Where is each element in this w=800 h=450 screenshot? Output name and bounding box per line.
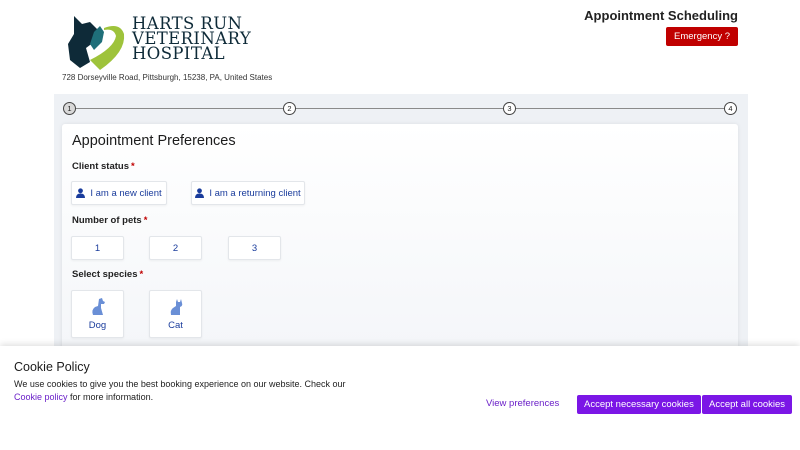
view-preferences-link[interactable]: View preferences xyxy=(486,398,559,409)
dog-label: Dog xyxy=(88,319,107,331)
cat-icon xyxy=(170,298,182,315)
returning-client-label: I am a returning client xyxy=(209,187,301,199)
species-option-dog[interactable]: Dog xyxy=(71,290,124,338)
number-of-pets-label: Number of pets * xyxy=(72,215,147,226)
required-marker: * xyxy=(131,161,135,172)
step-2[interactable]: 2 xyxy=(283,102,296,115)
hospital-name: HARTS RUN VETERINARY HOSPITAL xyxy=(132,15,251,63)
cookie-text-main: We use cookies to give you the best book… xyxy=(14,379,346,389)
page-title: Appointment Scheduling xyxy=(584,8,738,23)
dog-icon xyxy=(91,297,105,315)
client-status-label: Client status * xyxy=(72,161,135,172)
select-species-label-text: Select species xyxy=(72,269,138,280)
species-option-cat[interactable]: Cat xyxy=(149,290,202,338)
emergency-button[interactable]: Emergency ? xyxy=(666,27,738,46)
stepper-line xyxy=(70,108,730,109)
hospital-address: 728 Dorseyville Road, Pittsburgh, 15238,… xyxy=(62,73,273,82)
step-3[interactable]: 3 xyxy=(503,102,516,115)
required-marker: * xyxy=(139,269,144,280)
appointment-preferences-card: Appointment Preferences Client status * I… xyxy=(62,124,738,350)
card-title: Appointment Preferences xyxy=(72,133,236,149)
cookie-text-after: for more information. xyxy=(70,392,154,402)
step-1[interactable]: 1 xyxy=(63,102,76,115)
new-client-option[interactable]: I am a new client xyxy=(71,181,167,205)
hospital-logo[interactable]: HARTS RUN VETERINARY HOSPITAL xyxy=(64,8,251,74)
logo-line: HOSPITAL xyxy=(132,44,226,63)
user-icon xyxy=(76,188,86,198)
step-4[interactable]: 4 xyxy=(724,102,737,115)
cookie-policy-link[interactable]: Cookie policy xyxy=(14,392,68,402)
cat-label: Cat xyxy=(168,319,183,331)
cookie-text: We use cookies to give you the best book… xyxy=(14,378,354,404)
pets-option-3[interactable]: 3 xyxy=(228,236,281,260)
pets-option-1[interactable]: 1 xyxy=(71,236,124,260)
number-of-pets-label-text: Number of pets xyxy=(72,215,142,226)
client-status-label-text: Client status xyxy=(72,161,130,172)
pets-option-2[interactable]: 2 xyxy=(149,236,202,260)
cookie-title: Cookie Policy xyxy=(14,360,90,374)
dog-cat-heart-logo-icon xyxy=(68,16,125,70)
required-marker: * xyxy=(143,215,148,226)
accept-necessary-cookies-button[interactable]: Accept necessary cookies xyxy=(577,395,701,414)
user-icon xyxy=(195,188,205,198)
select-species-label: Select species * xyxy=(72,269,143,280)
accept-all-cookies-button[interactable]: Accept all cookies xyxy=(702,395,793,414)
cookie-banner: Cookie Policy We use cookies to give you… xyxy=(0,346,800,450)
new-client-label: I am a new client xyxy=(90,187,162,199)
returning-client-option[interactable]: I am a returning client xyxy=(191,181,305,205)
